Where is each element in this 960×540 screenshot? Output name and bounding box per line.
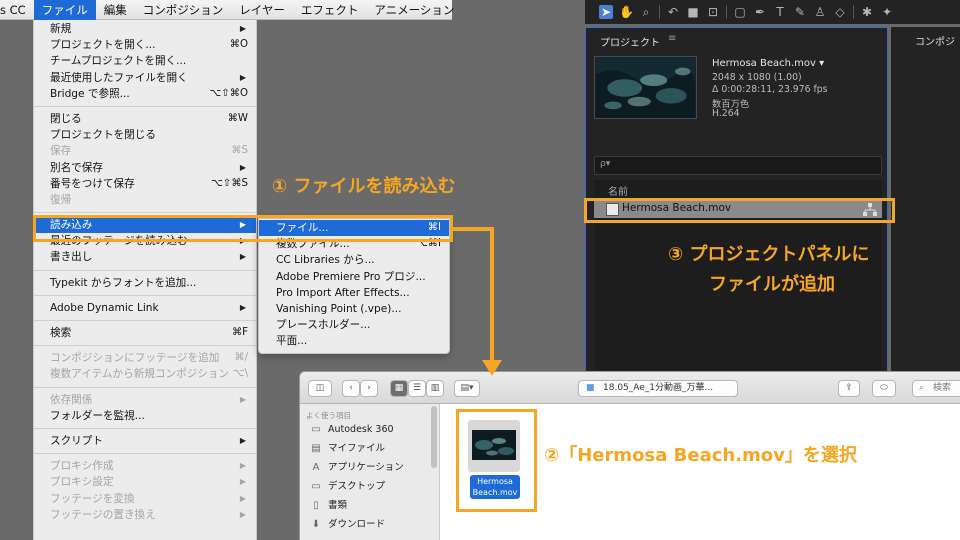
callout-step-3-line2: ファイルが追加	[709, 274, 835, 295]
callout-step-1: ① ファイルを読み込む	[272, 176, 456, 197]
callout-step-2: ②「Hermosa Beach.mov」を選択	[544, 445, 857, 466]
callout-step-3-line1: ③ プロジェクトパネルに	[668, 244, 870, 265]
